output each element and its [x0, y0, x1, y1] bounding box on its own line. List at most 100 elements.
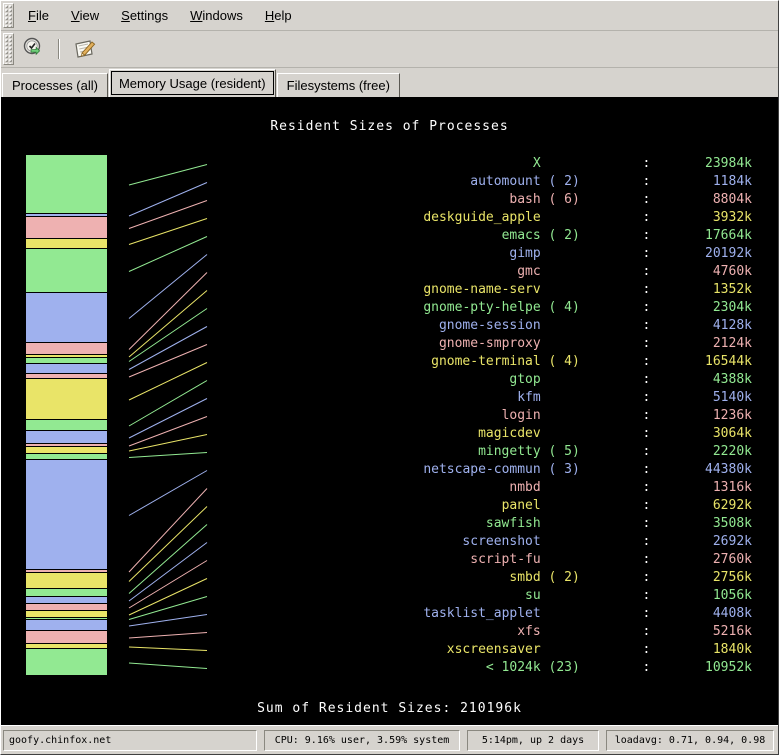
process-count: ( 6): [541, 191, 580, 209]
process-row-1024k: < 1024k (23):10952k: [423, 659, 752, 677]
colon-separator: :: [580, 623, 650, 641]
process-size-value: 2220k: [650, 443, 752, 461]
tab-processes-all[interactable]: Processes (all): [2, 73, 108, 97]
process-count: [541, 245, 580, 263]
process-size-value: 2692k: [650, 533, 752, 551]
menubar-grip-handle[interactable]: [3, 3, 14, 28]
process-size-value: 10952k: [650, 659, 752, 677]
tab-filesystems-free[interactable]: Filesystems (free): [277, 73, 400, 97]
bar-segment-gnome-smproxy: [26, 374, 107, 378]
colon-separator: :: [580, 461, 650, 479]
process-name: xfs: [423, 623, 540, 641]
process-name: sawfish: [423, 515, 540, 533]
process-name: gnome-smproxy: [423, 335, 540, 353]
colon-separator: :: [580, 317, 650, 335]
link-line-netscape-commun: [129, 471, 207, 516]
memory-usage-chart-panel: Resident Sizes of Processes X:23984kauto…: [1, 97, 778, 725]
link-line-kfm: [129, 399, 207, 439]
bar-segment-tasklist-applet: [26, 620, 107, 630]
process-count: [541, 641, 580, 659]
colon-separator: :: [580, 569, 650, 587]
link-line-gnome-name-serv: [129, 291, 207, 358]
menu-items: FileViewSettingsWindowsHelp: [17, 1, 303, 30]
bar-segment-gtop: [26, 420, 107, 430]
link-line-gtop: [129, 381, 207, 427]
tab-memory-usage-resident[interactable]: Memory Usage (resident): [109, 69, 276, 97]
edit-note-button[interactable]: [67, 34, 101, 64]
process-size-value: 2760k: [650, 551, 752, 569]
process-row-gmc: gmc:4760k: [423, 263, 752, 281]
bar-segment-gimp: [26, 293, 107, 342]
link-line-xfs: [129, 633, 207, 639]
process-row-gnome-pty-helpe: gnome-pty-helpe ( 4):2304k: [423, 299, 752, 317]
process-name: X: [423, 155, 540, 173]
colon-separator: :: [580, 245, 650, 263]
process-name: gnome-name-serv: [423, 281, 540, 299]
bar-segment-gmc: [26, 343, 107, 354]
process-count: [541, 209, 580, 227]
menu-windows[interactable]: Windows: [179, 1, 254, 30]
gtop-window: FileViewSettingsWindowsHelp Processes (a…: [0, 0, 779, 755]
process-row-deskguide-apple: deskguide_apple:3932k: [423, 209, 752, 227]
bar-segment-kfm: [26, 431, 107, 443]
bar-segment-xfs: [26, 631, 107, 643]
process-count: [541, 155, 580, 173]
process-count: [541, 317, 580, 335]
menu-view[interactable]: View: [60, 1, 110, 30]
bar-segment-netscape-commun: [26, 460, 107, 569]
process-size-value: 2756k: [650, 569, 752, 587]
bar-segment-xscreensaver: [26, 644, 107, 648]
colon-separator: :: [580, 605, 650, 623]
colon-separator: :: [580, 173, 650, 191]
bar-segment-gnome-name-serv: [26, 355, 107, 357]
link-line-xscreensaver: [129, 647, 207, 651]
process-row-x: X:23984k: [423, 155, 752, 173]
process-row-emacs: emacs ( 2):17664k: [423, 227, 752, 245]
tab-label: Processes (all): [12, 78, 98, 93]
process-row-gimp: gimp:20192k: [423, 245, 752, 263]
colon-separator: :: [580, 191, 650, 209]
toolbar-grip-handle[interactable]: [3, 33, 14, 65]
colon-separator: :: [580, 443, 650, 461]
sum-of-resident-sizes: Sum of Resident Sizes: 210196k: [1, 701, 778, 716]
process-size-value: 16544k: [650, 353, 752, 371]
bar-segment-panel: [26, 573, 107, 588]
process-size-value: 1352k: [650, 281, 752, 299]
link-line-gnome-session: [129, 327, 207, 370]
process-row-gnome-smproxy: gnome-smproxy:2124k: [423, 335, 752, 353]
process-size-value: 4408k: [650, 605, 752, 623]
process-name: login: [423, 407, 540, 425]
menu-help[interactable]: Help: [254, 1, 303, 30]
process-count: [541, 407, 580, 425]
colon-separator: :: [580, 263, 650, 281]
process-name: su: [423, 587, 540, 605]
process-name: gnome-pty-helpe: [423, 299, 540, 317]
process-row-panel: panel:6292k: [423, 497, 752, 515]
process-count: [541, 551, 580, 569]
process-row-sawfish: sawfish:3508k: [423, 515, 752, 533]
bar-segment-script-fu: [26, 604, 107, 610]
bar-segment-deskguide-apple: [26, 239, 107, 248]
process-count: ( 3): [541, 461, 580, 479]
process-name: smbd: [423, 569, 540, 587]
process-name: nmbd: [423, 479, 540, 497]
process-name: emacs: [423, 227, 540, 245]
process-row-mingetty: mingetty ( 5):2220k: [423, 443, 752, 461]
process-size-value: 2304k: [650, 299, 752, 317]
link-line-gnome-smproxy: [129, 345, 207, 378]
timer-run-button[interactable]: [17, 34, 51, 64]
menu-settings[interactable]: Settings: [110, 1, 179, 30]
link-line-screenshot: [129, 543, 207, 602]
timer-run-icon: [22, 37, 46, 61]
process-name: gtop: [423, 371, 540, 389]
menu-file[interactable]: File: [17, 1, 60, 30]
process-row-automount: automount ( 2):1184k: [423, 173, 752, 191]
bar-segment-smbd: [26, 611, 107, 617]
process-count: [541, 515, 580, 533]
process-name: automount: [423, 173, 540, 191]
colon-separator: :: [580, 533, 650, 551]
colon-separator: :: [580, 659, 650, 677]
bar-segment-x: [26, 155, 107, 213]
process-name: gimp: [423, 245, 540, 263]
process-count: ( 2): [541, 227, 580, 245]
